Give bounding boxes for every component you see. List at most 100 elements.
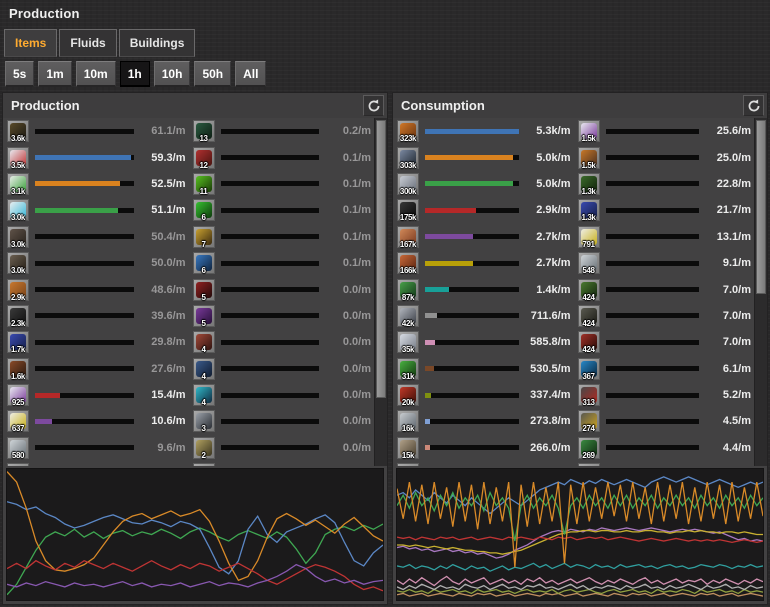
- item-row[interactable]: 1.5k 25.6/m: [578, 118, 755, 144]
- logistic-science-pack-icon[interactable]: 3.1k: [7, 173, 29, 195]
- blue-wagon-icon[interactable]: 4: [193, 358, 215, 380]
- time-button-all[interactable]: All: [235, 61, 266, 87]
- item-row[interactable]: 166k 2.7k/m: [397, 250, 574, 276]
- item-row[interactable]: 31k 530.5/m: [397, 356, 574, 382]
- item-row[interactable]: 313 5.2/m: [578, 382, 755, 408]
- consumption-scrollbar[interactable]: [754, 118, 767, 466]
- item-row[interactable]: 6 0.1/m: [193, 250, 375, 276]
- processing-unit-icon[interactable]: 1.7k: [7, 331, 29, 353]
- time-button-10m[interactable]: 10m: [76, 61, 116, 87]
- yellow-belt-icon[interactable]: 274: [578, 410, 600, 432]
- utility-science-pack-icon[interactable]: 637: [7, 410, 29, 432]
- item-row[interactable]: 1.6k 27.6/m: [7, 356, 189, 382]
- item-row[interactable]: 4 0.0/m: [193, 382, 375, 408]
- time-button-10h[interactable]: 10h: [154, 61, 191, 87]
- pumpjack-icon[interactable]: 424: [578, 279, 600, 301]
- production-science-pack-icon[interactable]: 925: [7, 384, 29, 406]
- item-row[interactable]: 13 0.2/m: [193, 118, 375, 144]
- item-row[interactable]: 1.7k 29.8/m: [7, 329, 189, 355]
- time-button-50h[interactable]: 50h: [194, 61, 231, 87]
- item-row[interactable]: 7 0.1/m: [193, 224, 375, 250]
- item-row[interactable]: 1.3k 21.7/m: [578, 197, 755, 223]
- item-row[interactable]: 2.9k 48.6/m: [7, 276, 189, 302]
- item-row[interactable]: 4 0.0/m: [193, 356, 375, 382]
- item-row[interactable]: [578, 461, 755, 466]
- clipped-item-icon[interactable]: [578, 463, 600, 466]
- tab-fluids[interactable]: Fluids: [59, 29, 116, 57]
- utility-science-pack-icon[interactable]: 791: [578, 226, 600, 248]
- item-row[interactable]: 2 0.0/m: [193, 435, 375, 461]
- piercing-rounds-icon[interactable]: 1.6k: [7, 358, 29, 380]
- item-row[interactable]: 1.3k 22.8/m: [578, 171, 755, 197]
- iron-stick-icon[interactable]: 16k: [397, 410, 419, 432]
- green-drill-icon[interactable]: 269: [578, 437, 600, 459]
- item-row[interactable]: 274 4.5/m: [578, 408, 755, 434]
- item-row[interactable]: 11 0.1/m: [193, 171, 375, 197]
- item-row[interactable]: 300k 5.0k/m: [397, 171, 574, 197]
- item-row[interactable]: 791 13.1/m: [578, 224, 755, 250]
- electric-engine-unit-icon[interactable]: 367: [578, 358, 600, 380]
- dark-belt-icon[interactable]: 313: [578, 384, 600, 406]
- item-row[interactable]: 12 0.1/m: [193, 144, 375, 170]
- time-button-1h[interactable]: 1h: [120, 61, 150, 87]
- engine-unit-icon[interactable]: 1.5k: [578, 147, 600, 169]
- item-row[interactable]: 167k 2.7k/m: [397, 224, 574, 250]
- item-row[interactable]: 42k 711.6/m: [397, 303, 574, 329]
- coal-icon[interactable]: 175k: [397, 199, 419, 221]
- green-ring-item-icon[interactable]: 13: [193, 120, 215, 142]
- gear-assembly-icon[interactable]: 2: [193, 437, 215, 459]
- item-row[interactable]: 580 9.6/m: [7, 435, 189, 461]
- clipped-item-icon[interactable]: [397, 463, 419, 466]
- iron-plate-icon[interactable]: 300k: [397, 173, 419, 195]
- iron-ore-icon[interactable]: 303k: [397, 147, 419, 169]
- military-science-pack-icon[interactable]: 548: [578, 252, 600, 274]
- item-row[interactable]: 3 0.0/m: [193, 408, 375, 434]
- gun-turret-icon[interactable]: 424: [578, 305, 600, 327]
- item-row[interactable]: 303k 5.0k/m: [397, 144, 574, 170]
- item-row[interactable]: 3.1k 52.5/m: [7, 171, 189, 197]
- production-science-pack-icon[interactable]: 1.5k: [578, 120, 600, 142]
- item-row[interactable]: 548 9.1/m: [578, 250, 755, 276]
- automation-science-pack-icon[interactable]: 3.5k: [7, 147, 29, 169]
- green-armor-icon[interactable]: 1.3k: [578, 173, 600, 195]
- item-row[interactable]: 269 4.4/m: [578, 435, 755, 461]
- sapling-icon[interactable]: 31k: [397, 358, 419, 380]
- pump-icon[interactable]: 3: [193, 410, 215, 432]
- plastic-bar-icon[interactable]: 2.3k: [7, 305, 29, 327]
- refresh-button[interactable]: [363, 95, 384, 116]
- item-row[interactable]: 87k 1.4k/m: [397, 276, 574, 302]
- module-icon[interactable]: 4: [193, 384, 215, 406]
- item-row[interactable]: 16k 273.8/m: [397, 408, 574, 434]
- long-handed-inserter-icon[interactable]: 12: [193, 147, 215, 169]
- item-row[interactable]: 925 15.4/m: [7, 382, 189, 408]
- item-row[interactable]: 637 10.6/m: [7, 408, 189, 434]
- production-scrollbar-thumb[interactable]: [376, 120, 386, 398]
- tab-buildings[interactable]: Buildings: [119, 29, 196, 57]
- mining-drill-icon[interactable]: 3.0k: [7, 252, 29, 274]
- item-row[interactable]: 323k 5.3k/m: [397, 118, 574, 144]
- item-row[interactable]: 6 0.1/m: [193, 197, 375, 223]
- time-button-1m[interactable]: 1m: [38, 61, 71, 87]
- refresh-button[interactable]: [743, 95, 764, 116]
- item-row[interactable]: 424 7.0/m: [578, 303, 755, 329]
- item-row[interactable]: 20k 337.4/m: [397, 382, 574, 408]
- item-row[interactable]: 3.6k 61.1/m: [7, 118, 189, 144]
- advanced-circuit-icon[interactable]: 20k: [397, 384, 419, 406]
- processing-unit-icon[interactable]: 1.3k: [578, 199, 600, 221]
- copper-cable-icon[interactable]: 323k: [397, 120, 419, 142]
- stack-inserter-icon[interactable]: 5: [193, 305, 215, 327]
- uranium-item-icon[interactable]: 11: [193, 173, 215, 195]
- item-row[interactable]: 367 6.1/m: [578, 356, 755, 382]
- time-button-5s[interactable]: 5s: [5, 61, 34, 87]
- clipped-item-icon[interactable]: [7, 463, 29, 466]
- stone-furnace-icon[interactable]: 3.0k: [7, 226, 29, 248]
- battery-icon[interactable]: 6: [193, 199, 215, 221]
- item-row[interactable]: 2.3k 39.6/m: [7, 303, 189, 329]
- item-row[interactable]: 3.0k 50.4/m: [7, 224, 189, 250]
- item-row[interactable]: 1.5k 25.0/m: [578, 144, 755, 170]
- item-row[interactable]: 3.0k 50.0/m: [7, 250, 189, 276]
- chemical-science-pack-icon[interactable]: 3.0k: [7, 199, 29, 221]
- item-row[interactable]: [193, 461, 375, 466]
- item-row[interactable]: 4 0.0/m: [193, 329, 375, 355]
- item-row[interactable]: 424 7.0/m: [578, 329, 755, 355]
